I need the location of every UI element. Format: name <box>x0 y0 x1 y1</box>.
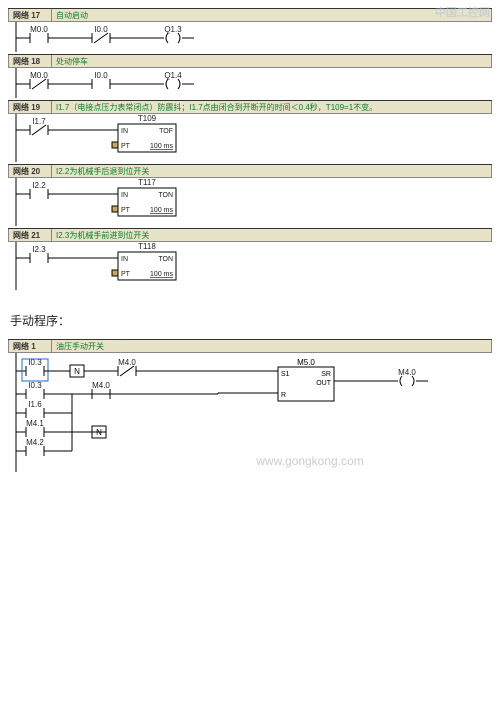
svg-text:I1.6: I1.6 <box>28 400 42 409</box>
svg-text:TOF: TOF <box>159 128 173 135</box>
network-21: 网络 21 I2.3为机械手前进到位开关 I2.3 T118 IN TON PT 100 … <box>8 228 492 290</box>
network-number: 网络 20 <box>8 165 52 178</box>
svg-text:M4.0: M4.0 <box>398 368 416 377</box>
svg-text:M5.0: M5.0 <box>297 358 315 367</box>
network-title: I2.2为机械手后退到位开关 <box>52 165 492 178</box>
network-manual-1: 网络 1 油压手动开关 I0.3NM4.0M5.0S1SROUTRM4.0I0.… <box>8 339 492 468</box>
svg-text:PT: PT <box>121 271 131 278</box>
svg-text:S1: S1 <box>281 371 290 378</box>
svg-text:Q1.4: Q1.4 <box>164 71 182 80</box>
watermark-url: www.gongkong.com <box>128 454 492 468</box>
svg-text:I0.3: I0.3 <box>28 381 42 390</box>
svg-text:PT: PT <box>121 207 131 214</box>
svg-text:TON: TON <box>158 192 173 199</box>
network-20: 网络 20 I2.2为机械手后退到位开关 I2.2 T117 IN TON PT 100 … <box>8 164 492 226</box>
network-title: 油压手动开关 <box>52 340 492 353</box>
network-17: 网络 17 自动启动 M0.0 I0.0 Q1.3 <box>8 8 492 52</box>
svg-text:IN: IN <box>121 192 128 199</box>
manual-network: 网络 1 油压手动开关 I0.3NM4.0M5.0S1SROUTRM4.0I0.… <box>8 339 492 468</box>
network-title: I1.7（电接点压力表常闭点）防震抖；I1.7点由闭合到开断开的时间＜0.4秒，… <box>52 101 492 114</box>
svg-text:I0.0: I0.0 <box>94 71 108 80</box>
svg-text:T117: T117 <box>138 178 156 187</box>
svg-text:N: N <box>74 367 80 376</box>
network-number: 网络 17 <box>8 9 52 22</box>
svg-text:IN: IN <box>121 128 128 135</box>
svg-text:M4.0: M4.0 <box>92 381 110 390</box>
network-title: 处动停车 <box>52 55 492 68</box>
network-title: 自动启动 <box>52 9 492 22</box>
svg-text:PT: PT <box>121 143 131 150</box>
network-title: I2.3为机械手前进到位开关 <box>52 229 492 242</box>
network-18: 网络 18 处动停车 M0.0I0.0Q1.4 <box>8 54 492 98</box>
svg-text:TON: TON <box>158 256 173 263</box>
network-number: 网络 1 <box>8 340 52 353</box>
svg-text:100 ms: 100 ms <box>150 143 173 150</box>
network-number: 网络 21 <box>8 229 52 242</box>
manual-section-title: 手动程序： <box>10 312 492 329</box>
svg-text:OUT: OUT <box>316 380 332 387</box>
watermark-logo: 中国工控网 <box>435 4 490 20</box>
network-number: 网络 19 <box>8 101 52 114</box>
svg-text:T109: T109 <box>138 114 157 123</box>
svg-text:M0.0: M0.0 <box>30 25 48 34</box>
svg-text:R: R <box>281 392 286 399</box>
svg-text:100 ms: 100 ms <box>150 271 173 278</box>
svg-text:SR: SR <box>321 371 331 378</box>
svg-text:I2.2: I2.2 <box>32 181 46 190</box>
network-19: 网络 19 I1.7（电接点压力表常闭点）防震抖；I1.7点由闭合到开断开的时间… <box>8 100 492 162</box>
svg-text:I1.7: I1.7 <box>32 117 46 126</box>
svg-text:Q1.3: Q1.3 <box>164 25 182 34</box>
network-number: 网络 18 <box>8 55 52 68</box>
svg-text:T118: T118 <box>138 242 156 251</box>
svg-text:M4.1: M4.1 <box>26 419 44 428</box>
svg-text:IN: IN <box>121 256 128 263</box>
svg-text:I0.0: I0.0 <box>94 25 108 34</box>
svg-text:I2.3: I2.3 <box>32 245 46 254</box>
svg-text:M4.2: M4.2 <box>26 438 44 447</box>
svg-text:100 ms: 100 ms <box>150 207 173 214</box>
networks-list: 网络 17 自动启动 M0.0 I0.0 Q1.3 网络 18 处动停车 M0.0 I… <box>8 8 492 290</box>
